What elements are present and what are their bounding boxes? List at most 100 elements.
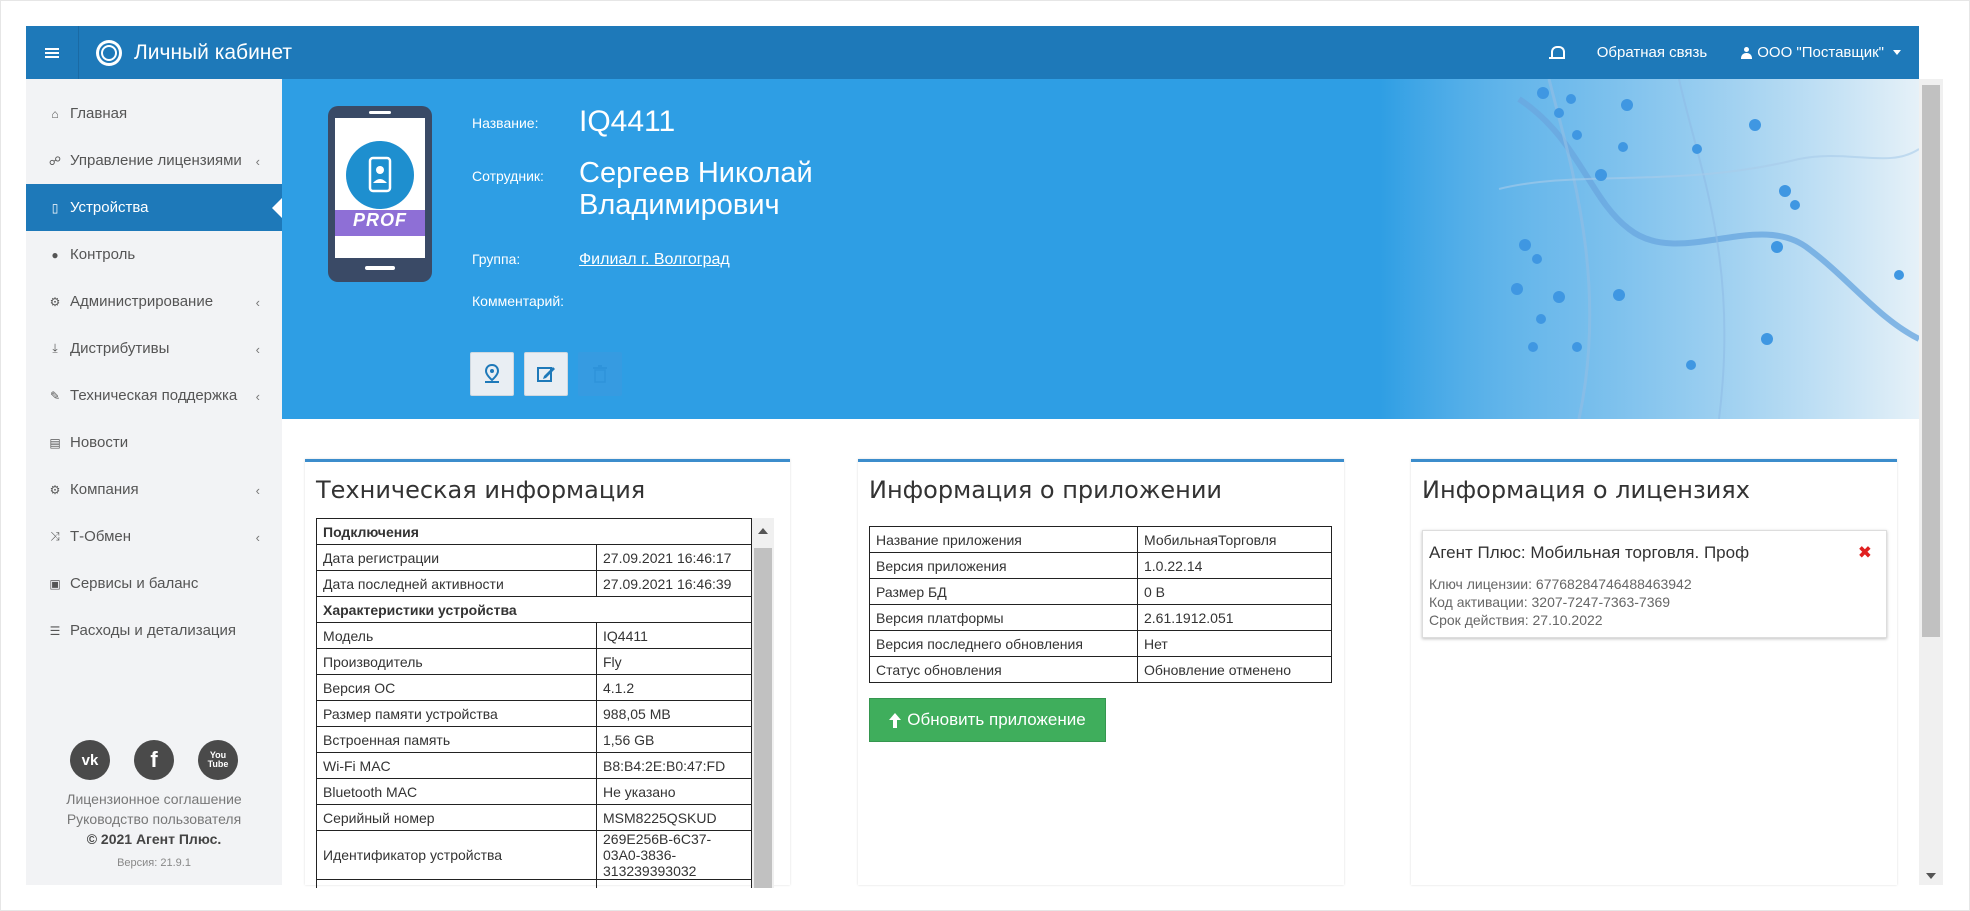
menu-toggle-button[interactable] — [26, 26, 79, 79]
license-info-title: Информация о лицензиях — [1422, 476, 1750, 504]
locate-button[interactable] — [470, 352, 514, 396]
employee-name-line1: Сергеев Николай — [579, 157, 813, 189]
sidebar-item-licenses[interactable]: ☍ Управление лицензиями ‹ — [26, 137, 282, 184]
arrow-up-icon — [889, 712, 902, 728]
user-menu[interactable]: ООО "Поставщик" — [1741, 44, 1901, 61]
bell-icon[interactable] — [1548, 45, 1565, 61]
sidebar-item-label: Дистрибутивы — [70, 340, 170, 357]
row-key: Статус обновления — [869, 656, 1138, 683]
row-value: 4.1.2 — [596, 674, 752, 701]
feedback-link[interactable]: Обратная связь — [1597, 44, 1708, 61]
sidebar-item-services[interactable]: ▣ Сервисы и баланс — [26, 560, 282, 607]
comment-label: Комментарий: — [472, 293, 565, 309]
top-navbar: Личный кабинет Обратная связь ООО "Поста… — [26, 26, 1919, 79]
sidebar: ⌂ Главная ☍ Управление лицензиями ‹ ▯ Ус… — [26, 79, 282, 885]
table-row: Статус обновления Обновление отменено — [869, 656, 1332, 683]
row-value: 27.09.2021 16:46:17 — [596, 544, 752, 571]
tech-info-scrollbar[interactable] — [752, 518, 774, 888]
scroll-thumb[interactable] — [754, 548, 772, 888]
table-section-row: Подключения — [316, 518, 752, 545]
group-link[interactable]: Филиал г. Волгоград — [579, 251, 730, 269]
user-guide-link[interactable]: Руководство пользователя — [26, 809, 282, 829]
license-agreement-link[interactable]: Лицензионное соглашение — [26, 789, 282, 809]
sidebar-item-label: Сервисы и баланс — [70, 575, 199, 592]
app-info-title: Информация о приложении — [869, 476, 1223, 504]
sidebar-item-news[interactable]: ▤ Новости — [26, 419, 282, 466]
license-title: Агент Плюс: Мобильная торговля. Проф — [1429, 543, 1750, 562]
brand[interactable]: Личный кабинет — [96, 26, 292, 79]
employee-name: Сергеев Николай Владимирович — [579, 157, 939, 221]
update-app-button[interactable]: Обновить приложение — [869, 698, 1106, 742]
chevron-left-icon: ‹ — [255, 483, 260, 498]
device-hero: PROF Название: IQ4411 Сотрудник: Сергеев… — [282, 79, 1919, 419]
social-links: vk f You Tube — [26, 740, 282, 780]
brand-logo-icon — [96, 39, 122, 66]
sidebar-item-label: Главная — [70, 105, 128, 122]
table-row: Дата регистрации 27.09.2021 16:46:17 — [316, 544, 752, 571]
sidebar-item-company[interactable]: ⚙ Компания ‹ — [26, 466, 282, 513]
sidebar-item-home[interactable]: ⌂ Главная — [26, 90, 282, 137]
row-key: Производитель — [316, 648, 597, 675]
gears-icon: ⚙ — [49, 294, 61, 309]
row-key: Wi-Fi MAC — [316, 752, 597, 779]
row-value: MSM8225QSKUD — [596, 804, 752, 831]
app-info-table: Название приложения МобильнаяТорговля Верс… — [869, 526, 1332, 683]
row-value: 269E256B-6C37-03A0-3836-313239393032 — [596, 830, 752, 880]
row-key: Размер памяти устройства — [316, 700, 597, 727]
table-row: Производитель Fly — [316, 648, 752, 675]
newspaper-icon: ▤ — [49, 435, 61, 450]
facebook-icon[interactable]: f — [134, 740, 174, 780]
page-scroll-thumb[interactable] — [1922, 85, 1940, 637]
chevron-left-icon: ‹ — [255, 154, 260, 169]
sidebar-item-admin[interactable]: ⚙ Администрирование ‹ — [26, 278, 282, 325]
chevron-left-icon: ‹ — [255, 295, 260, 310]
tech-info-panel: Техническая информация Подключения Дата р… — [305, 459, 790, 888]
vk-icon[interactable]: vk — [70, 740, 110, 780]
youtube-icon[interactable]: You Tube — [198, 740, 238, 780]
sidebar-item-label: Компания — [70, 481, 139, 498]
row-value: 2.61.1912.051 — [1137, 604, 1332, 631]
sidebar-item-t-exchange[interactable]: ⤨ Т-Обмен ‹ — [26, 513, 282, 560]
remove-license-icon[interactable]: ✖ — [1858, 543, 1872, 563]
sitemap-icon: ☍ — [48, 153, 62, 168]
sidebar-item-support[interactable]: ✎ Техническая поддержка ‹ — [26, 372, 282, 419]
row-key: Дата регистрации — [316, 544, 597, 571]
table-row: Версия последнего обновления Нет — [869, 630, 1332, 657]
row-value: 0 B — [1137, 578, 1332, 605]
chevron-left-icon: ‹ — [255, 389, 260, 404]
sidebar-item-label: Техническая поддержка — [70, 387, 238, 404]
row-value: Не указано — [596, 778, 752, 805]
app-title: Личный кабинет — [134, 40, 292, 64]
row-key: IMEI — [316, 879, 597, 888]
row-key: Название приложения — [869, 526, 1138, 553]
sidebar-item-label: Новости — [70, 434, 129, 451]
sidebar-item-expenses[interactable]: ☰ Расходы и детализация — [26, 607, 282, 654]
update-app-label: Обновить приложение — [907, 710, 1086, 729]
trash-icon — [593, 365, 607, 383]
scroll-up-icon[interactable] — [758, 528, 768, 534]
row-key: Дата последней активности — [316, 570, 597, 597]
section-header: Подключения — [316, 518, 752, 545]
page-scrollbar[interactable] — [1919, 79, 1943, 885]
sidebar-item-label: Администрирование — [70, 293, 214, 310]
edit-button[interactable] — [524, 352, 568, 396]
caret-down-icon — [1893, 50, 1901, 55]
sidebar-item-devices[interactable]: ▯ Устройства — [26, 184, 282, 231]
row-value: Fly — [596, 648, 752, 675]
sidebar-item-control[interactable]: ● Контроль — [26, 231, 282, 278]
section-header: Характеристики устройства — [316, 596, 752, 623]
group-label: Группа: — [472, 251, 521, 267]
table-row: IMEI861299020346793 — [316, 879, 752, 888]
row-value: 861299020346793 — [596, 879, 752, 888]
table-row: Версия платформы 2.61.1912.051 — [869, 604, 1332, 631]
table-row: Размер памяти устройства 988,05 MB — [316, 700, 752, 727]
sidebar-item-distributives[interactable]: ⤓ Дистрибутивы ‹ — [26, 325, 282, 372]
delete-button[interactable] — [578, 352, 622, 396]
license-expiry: Срок действия: 27.10.2022 — [1429, 612, 1603, 628]
tech-info-scroll[interactable]: Подключения Дата регистрации 27.09.2021 16… — [316, 518, 774, 888]
gear-icon: ⚙ — [49, 482, 61, 497]
sidebar-footer: Лицензионное соглашение Руководство поль… — [26, 789, 282, 873]
sidebar-item-label: Т-Обмен — [70, 528, 132, 545]
sidebar-nav: ⌂ Главная ☍ Управление лицензиями ‹ ▯ Ус… — [26, 90, 282, 654]
scroll-down-icon[interactable] — [1926, 873, 1936, 879]
